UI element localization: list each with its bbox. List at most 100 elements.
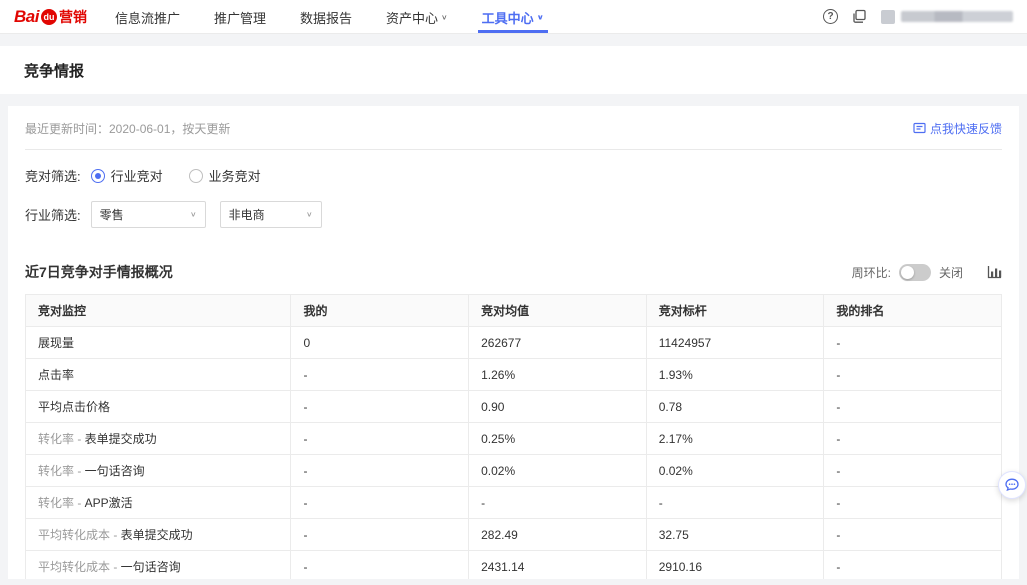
radio-icon bbox=[91, 169, 105, 183]
page-title: 竞争情报 bbox=[24, 60, 1003, 81]
feedback-icon bbox=[913, 122, 926, 135]
metric-value-cell: 0.02% bbox=[469, 455, 647, 487]
metric-value-cell: - bbox=[469, 487, 647, 519]
table-row: 平均转化成本 - 一句话咨询-2431.142910.16- bbox=[26, 551, 1002, 580]
metric-prefix: 平均转化成本 - bbox=[38, 560, 121, 574]
radio-label: 行业竞对 bbox=[111, 166, 163, 185]
metric-name-cell: 平均转化成本 - 表单提交成功 bbox=[26, 519, 291, 551]
metric-value-cell: 32.75 bbox=[646, 519, 824, 551]
metric-value-cell: 0.25% bbox=[469, 423, 647, 455]
industry-select-value: 零售 bbox=[100, 206, 124, 223]
nav-item-feed-promotion[interactable]: 信息流推广 bbox=[115, 0, 180, 33]
metric-value-cell: - bbox=[824, 455, 1002, 487]
wow-toggle[interactable] bbox=[899, 264, 931, 281]
competitor-filter-row: 竞对筛选: 行业竞对 业务竞对 bbox=[25, 166, 1002, 185]
metric-value-cell: - bbox=[291, 519, 469, 551]
metric-name-cell: 转化率 - APP激活 bbox=[26, 487, 291, 519]
baidu-paw-icon: du bbox=[41, 9, 57, 25]
quick-feedback-link[interactable]: 点我快速反馈 bbox=[913, 120, 1002, 137]
industry-filter-row: 行业筛选: 零售 ∨ 非电商 ∨ bbox=[25, 201, 1002, 228]
avatar bbox=[881, 10, 895, 24]
metric-value-cell: - bbox=[291, 487, 469, 519]
metric-value-cell: 0 bbox=[291, 327, 469, 359]
radio-business-competitor[interactable]: 业务竞对 bbox=[189, 166, 261, 185]
sub-industry-select[interactable]: 非电商 ∨ bbox=[220, 201, 322, 228]
nav-spacer bbox=[544, 0, 823, 33]
table-row: 转化率 - 表单提交成功-0.25%2.17%- bbox=[26, 423, 1002, 455]
metric-value-cell: - bbox=[824, 327, 1002, 359]
nav-item-label: 推广管理 bbox=[214, 8, 266, 27]
nav-right-cluster: ? bbox=[823, 0, 1013, 33]
metric-value-cell: - bbox=[824, 423, 1002, 455]
metric-value-cell: 282.49 bbox=[469, 519, 647, 551]
metric-value-cell: - bbox=[291, 359, 469, 391]
metric-value-cell: 0.90 bbox=[469, 391, 647, 423]
competitor-filter-label: 竞对筛选: bbox=[25, 166, 81, 185]
help-button[interactable]: ? bbox=[823, 9, 838, 24]
copy-icon bbox=[852, 9, 867, 24]
radio-label: 业务竞对 bbox=[209, 166, 261, 185]
table-row: 点击率-1.26%1.93%- bbox=[26, 359, 1002, 391]
metric-value-cell: 0.78 bbox=[646, 391, 824, 423]
column-header: 竞对均值 bbox=[469, 295, 647, 327]
competitor-type-radio-group: 行业竞对 业务竞对 bbox=[91, 166, 261, 185]
nav-item-promotion-management[interactable]: 推广管理 bbox=[214, 0, 266, 33]
nav-item-data-report[interactable]: 数据报告 bbox=[300, 0, 352, 33]
quick-feedback-label: 点我快速反馈 bbox=[930, 120, 1002, 137]
chevron-down-icon: ∨ bbox=[537, 13, 544, 22]
divider bbox=[25, 149, 1002, 150]
column-header: 竞对监控 bbox=[26, 295, 291, 327]
table-row: 展现量026267711424957- bbox=[26, 327, 1002, 359]
chevron-down-icon: ∨ bbox=[190, 210, 197, 219]
logo-product-text: 营销 bbox=[59, 7, 87, 27]
table-row: 平均点击价格-0.900.78- bbox=[26, 391, 1002, 423]
metric-value-cell: 0.02% bbox=[646, 455, 824, 487]
nav-item-label: 信息流推广 bbox=[115, 8, 180, 27]
metric-value-cell: - bbox=[291, 391, 469, 423]
radio-industry-competitor[interactable]: 行业竞对 bbox=[91, 166, 163, 185]
floating-chat-button[interactable] bbox=[998, 471, 1026, 499]
metric-value-cell: 2431.14 bbox=[469, 551, 647, 580]
docs-copy-button[interactable] bbox=[852, 9, 867, 24]
nav-item-label: 资产中心 bbox=[386, 8, 438, 27]
metric-value-cell: - bbox=[824, 551, 1002, 580]
metric-value-cell: - bbox=[646, 487, 824, 519]
metric-value-cell: - bbox=[291, 423, 469, 455]
page-title-bar: 竞争情报 bbox=[0, 46, 1027, 94]
wow-toggle-state: 关闭 bbox=[939, 264, 963, 281]
metric-prefix: 转化率 - bbox=[38, 432, 85, 446]
metric-name-cell: 转化率 - 表单提交成功 bbox=[26, 423, 291, 455]
metric-value-cell: - bbox=[824, 487, 1002, 519]
baidu-logo[interactable]: Bai du 营销 bbox=[14, 0, 87, 33]
user-account[interactable] bbox=[881, 10, 1013, 24]
top-nav: Bai du 营销 信息流推广 推广管理 数据报告 资产中心 ∨ 工具中心 ∨ … bbox=[0, 0, 1027, 34]
metric-prefix: 转化率 - bbox=[38, 496, 85, 510]
chart-view-button[interactable] bbox=[987, 265, 1002, 279]
nav-item-asset-center[interactable]: 资产中心 ∨ bbox=[386, 0, 448, 33]
metric-value-cell: 262677 bbox=[469, 327, 647, 359]
update-row: 最近更新时间：2020-06-01，按天更新 点我快速反馈 bbox=[25, 120, 1002, 137]
user-name-redacted bbox=[901, 11, 1013, 22]
chevron-down-icon: ∨ bbox=[306, 210, 313, 219]
sub-industry-select-value: 非电商 bbox=[229, 206, 265, 223]
metric-value-cell: - bbox=[291, 551, 469, 580]
metric-value-cell: 2910.16 bbox=[646, 551, 824, 580]
metric-name-cell: 平均点击价格 bbox=[26, 391, 291, 423]
nav-item-tool-center[interactable]: 工具中心 ∨ bbox=[482, 0, 544, 33]
primary-nav: 信息流推广 推广管理 数据报告 资产中心 ∨ 工具中心 ∨ bbox=[115, 0, 544, 33]
logo-bai-text: Bai bbox=[14, 7, 39, 27]
nav-item-label: 工具中心 bbox=[482, 8, 534, 27]
column-header: 竞对标杆 bbox=[646, 295, 824, 327]
table-body: 展现量026267711424957-点击率-1.26%1.93%-平均点击价格… bbox=[26, 327, 1002, 580]
section-header-row: 近7日竞争对手情报概况 周环比: 关闭 bbox=[25, 262, 1002, 282]
metric-prefix: 转化率 - bbox=[38, 464, 85, 478]
industry-select[interactable]: 零售 ∨ bbox=[91, 201, 206, 228]
metric-value-cell: 2.17% bbox=[646, 423, 824, 455]
chevron-down-icon: ∨ bbox=[441, 13, 448, 22]
competitive-intel-panel: 最近更新时间：2020-06-01，按天更新 点我快速反馈 竞对筛选: 行业竞对… bbox=[8, 106, 1019, 579]
metric-value-cell: - bbox=[824, 359, 1002, 391]
metric-prefix: 平均转化成本 - bbox=[38, 528, 121, 542]
column-header: 我的 bbox=[291, 295, 469, 327]
metric-value-cell: - bbox=[824, 519, 1002, 551]
wow-toggle-label: 周环比: bbox=[852, 264, 891, 281]
